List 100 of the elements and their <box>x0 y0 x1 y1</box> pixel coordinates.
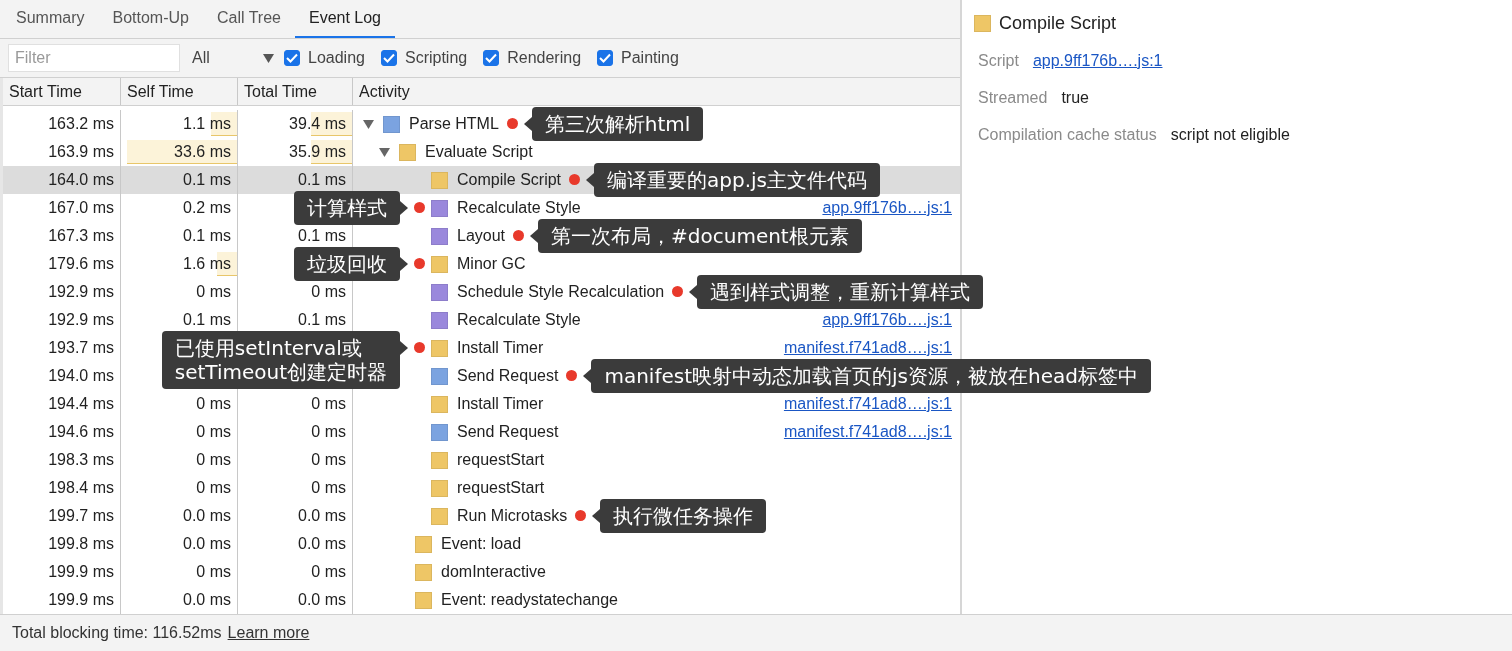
self-time: 0 ms <box>196 563 231 581</box>
column-header[interactable]: Total Time <box>237 78 352 105</box>
checkbox[interactable] <box>284 50 300 66</box>
total-time: 35.9 ms <box>289 143 346 161</box>
total-time: 39.4 ms <box>289 115 346 133</box>
total-time: 0 ms <box>311 563 346 581</box>
start-time: 163.9 ms <box>48 143 114 161</box>
checkbox[interactable] <box>597 50 614 66</box>
source-link[interactable]: app.9ff176b….js:1 <box>1032 51 1163 70</box>
column-header[interactable]: Start Time <box>3 78 120 105</box>
total-time: 0 ms <box>311 479 346 497</box>
total-time: 0 ms <box>311 423 346 441</box>
activity-name: Compile Script <box>457 171 562 189</box>
details-title: Compile Script <box>999 12 1117 34</box>
activity-name: Install Timer <box>457 339 544 357</box>
category-dropdown[interactable]: All <box>192 49 274 67</box>
annotation-tooltip: 计算样式 <box>294 191 408 225</box>
activity-name: Recalculate Style <box>457 311 581 329</box>
collapse-triangle-icon[interactable] <box>378 147 390 157</box>
collapse-triangle-icon[interactable] <box>362 119 374 129</box>
activity-name: Send Request <box>457 367 559 385</box>
annotation-tooltip: 已使用setInterval或 setTimeout创建定时器 <box>161 331 408 389</box>
column-header[interactable]: Activity <box>352 78 960 105</box>
start-time: 194.0 ms <box>48 367 114 385</box>
activity-name: requestStart <box>457 479 545 497</box>
annotation-tooltip: 垃圾回收 <box>294 247 408 281</box>
start-time: 163.2 ms <box>48 115 114 133</box>
self-time: 0 ms <box>196 451 231 469</box>
activity-name: Send Request <box>457 423 559 441</box>
total-time: 0 ms <box>311 283 346 301</box>
self-time: 0 ms <box>196 283 231 301</box>
learn-more-link[interactable]: Learn more <box>227 624 310 642</box>
activity-name: Parse HTML <box>409 115 499 133</box>
source-link[interactable]: manifest.f741ad8….js:1 <box>783 395 952 413</box>
tab[interactable]: Bottom-Up <box>98 0 203 38</box>
total-time: 0 ms <box>311 395 346 413</box>
checkbox[interactable] <box>483 50 500 66</box>
annotation-tooltip: 第一次布局，#document根元素 <box>530 219 862 253</box>
field-label: Compilation cache status <box>978 125 1157 144</box>
checkbox-label: Rendering <box>507 49 582 67</box>
marker-dot <box>569 174 581 185</box>
annotation-tooltip: 编译重要的app.js主文件代码 <box>586 163 880 197</box>
source-link[interactable]: app.9ff176b….js:1 <box>822 199 952 217</box>
caret-icon <box>263 53 274 63</box>
marker-dot <box>575 510 587 521</box>
total-time: 0.1 ms <box>298 227 346 245</box>
source-link[interactable]: manifest.f741ad8….js:1 <box>783 339 952 357</box>
start-time: 199.9 ms <box>48 591 114 609</box>
activity-name: Layout <box>457 227 506 245</box>
self-time: 0.1 ms <box>183 171 231 189</box>
table-row[interactable]: 194.6 ms 0 ms 0 ms Send Request manifest.f741ad8….js:1 <box>3 418 960 446</box>
filter-field[interactable]: Filter <box>8 44 180 72</box>
field-value: script not eligible <box>1170 125 1290 144</box>
source-link[interactable]: app.9ff176b….js:1 <box>822 311 952 329</box>
start-time: 198.4 ms <box>48 479 114 497</box>
self-time: 0.1 ms <box>183 311 231 329</box>
start-time: 199.7 ms <box>48 507 114 525</box>
total-time: 0.1 ms <box>298 311 346 329</box>
field-label: Script <box>978 51 1019 70</box>
self-time: 0 ms <box>196 423 231 441</box>
marker-dot <box>513 230 525 241</box>
total-time: 0.0 ms <box>298 507 346 525</box>
table-row[interactable]: 198.3 ms 0 ms 0 ms requestStart <box>3 446 960 474</box>
tab[interactable]: Summary <box>2 0 99 38</box>
activity-name: domInteractive <box>441 563 546 581</box>
self-time: 0.0 ms <box>183 535 231 553</box>
start-time: 199.8 ms <box>48 535 114 553</box>
activity-name: Install Timer <box>457 395 544 413</box>
start-time: 194.4 ms <box>48 395 114 413</box>
annotation-tooltip: 执行微任务操作 <box>592 499 767 533</box>
annotation-tooltip: manifest映射中动态加载首页的js资源，被放在head标签中 <box>583 359 1151 393</box>
self-time: 1.6 ms <box>183 255 231 273</box>
activity-name: Minor GC <box>457 255 526 273</box>
checkbox-label: Painting <box>621 49 679 67</box>
total-time: 0.0 ms <box>298 591 346 609</box>
marker-dot <box>414 342 425 353</box>
marker-dot <box>566 370 578 381</box>
table-row[interactable]: 199.9 ms 0 ms 0 ms domInteractive <box>3 558 960 586</box>
start-time: 199.9 ms <box>48 563 114 581</box>
checkbox-label: Scripting <box>404 49 468 67</box>
marker-dot <box>414 202 425 213</box>
activity-name: requestStart <box>457 451 545 469</box>
self-time: 33.6 ms <box>174 143 231 161</box>
source-link[interactable]: manifest.f741ad8….js:1 <box>783 423 952 441</box>
status-text: Total blocking time: 116.52ms <box>12 624 222 642</box>
start-time: 167.3 ms <box>48 227 114 245</box>
self-time: 0.1 ms <box>183 227 231 245</box>
column-header[interactable]: Self Time <box>120 78 237 105</box>
start-time: 194.6 ms <box>48 423 114 441</box>
start-time: 179.6 ms <box>48 255 114 273</box>
annotation-tooltip: 第三次解析html <box>523 107 704 141</box>
start-time: 164.0 ms <box>48 171 114 189</box>
checkbox[interactable] <box>380 50 397 66</box>
tab[interactable]: Call Tree <box>202 0 295 38</box>
activity-name: Run Microtasks <box>457 507 568 525</box>
activity-name: Schedule Style Recalculation <box>457 283 665 301</box>
marker-dot <box>506 118 518 129</box>
self-time: 0.0 ms <box>183 507 231 525</box>
total-time: 0 ms <box>311 451 346 469</box>
activity-name: Event: load <box>441 535 522 553</box>
